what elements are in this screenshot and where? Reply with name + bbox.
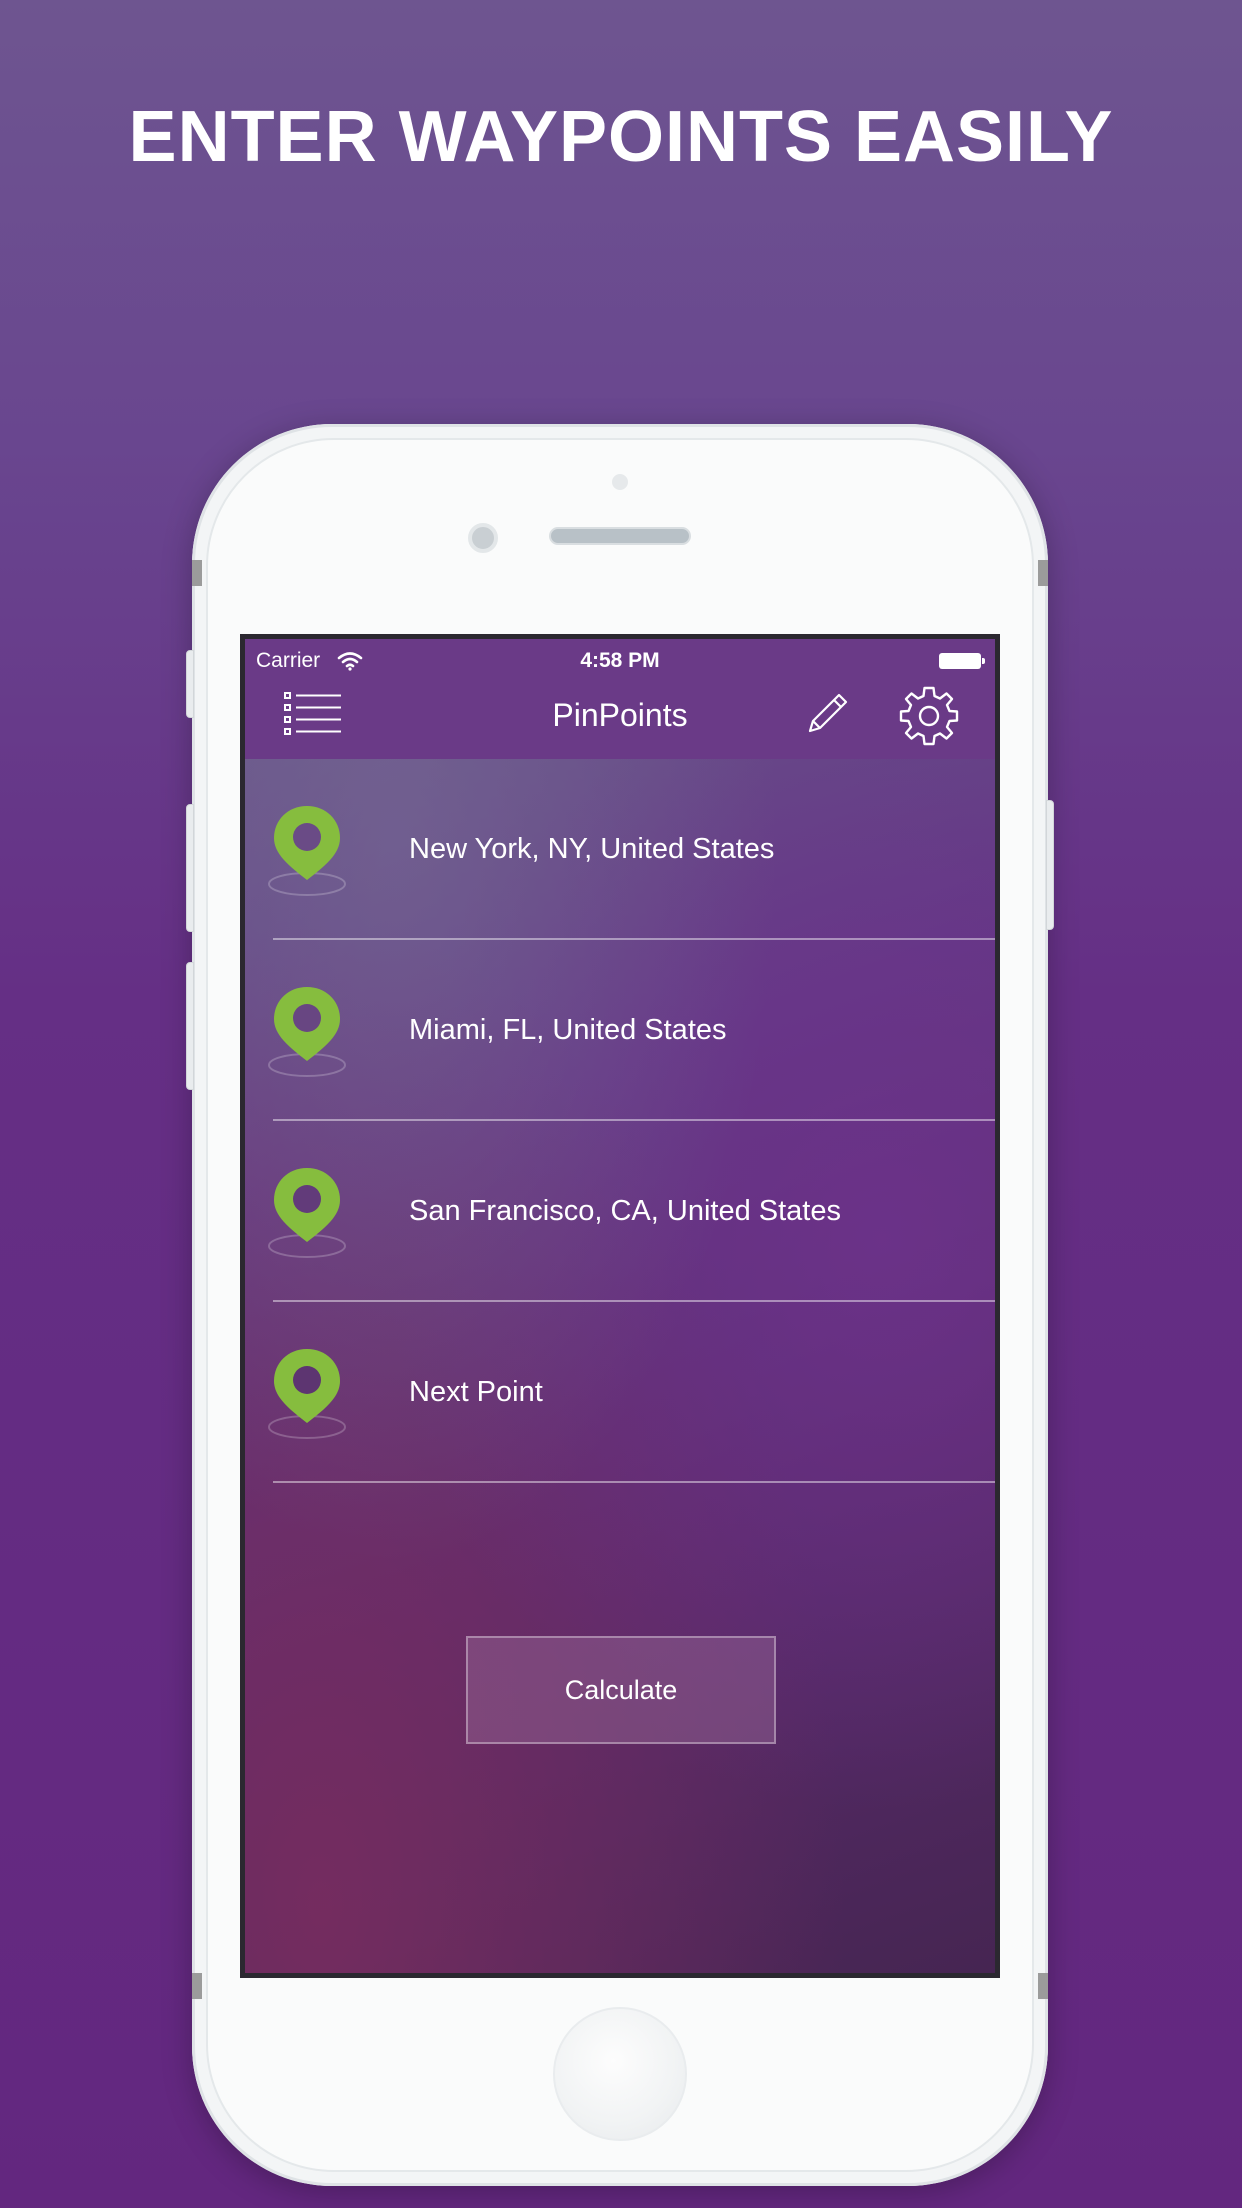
gear-icon[interactable] — [898, 685, 960, 747]
waypoint-row[interactable]: Miami, FL, United States — [245, 940, 995, 1121]
map-pin-icon — [268, 806, 346, 896]
navigation-bar: Carrier 4:58 PM PinPoints — [245, 639, 995, 759]
waypoint-label: San Francisco, CA, United States — [409, 1195, 841, 1227]
waypoint-row[interactable]: Next Point — [245, 1302, 995, 1483]
antenna-band — [192, 1973, 202, 1999]
volume-up-button — [186, 804, 194, 932]
home-button[interactable] — [553, 2007, 687, 2141]
mute-switch — [186, 650, 194, 718]
front-camera — [468, 523, 498, 553]
pencil-icon[interactable] — [802, 689, 852, 739]
waypoint-list: New York, NY, United States Miami, FL, U… — [245, 759, 995, 1744]
map-pin-icon — [268, 1168, 346, 1258]
proximity-sensor — [612, 474, 628, 490]
status-bar: Carrier 4:58 PM — [245, 649, 995, 679]
volume-down-button — [186, 962, 194, 1090]
antenna-band — [1038, 1973, 1048, 1999]
waypoint-row[interactable]: San Francisco, CA, United States — [245, 1121, 995, 1302]
waypoint-label: Next Point — [409, 1376, 543, 1408]
power-button — [1046, 800, 1054, 930]
battery-icon — [939, 653, 985, 669]
antenna-band — [1038, 560, 1048, 586]
antenna-band — [192, 560, 202, 586]
map-pin-icon — [268, 1349, 346, 1439]
earpiece-speaker — [549, 527, 691, 545]
app-title: PinPoints — [552, 697, 688, 733]
calculate-button[interactable]: Calculate — [466, 1636, 776, 1744]
status-time: 4:58 PM — [580, 649, 660, 672]
waypoint-row[interactable]: New York, NY, United States — [245, 759, 995, 940]
promo-headline: ENTER WAYPOINTS EASILY — [128, 97, 1114, 177]
waypoint-label: Miami, FL, United States — [409, 1014, 727, 1046]
map-pin-icon — [268, 987, 346, 1077]
row-divider — [273, 1481, 995, 1483]
app-screen: Carrier 4:58 PM PinPoints New York, NY, … — [240, 634, 1000, 1978]
waypoint-label: New York, NY, United States — [409, 833, 775, 865]
